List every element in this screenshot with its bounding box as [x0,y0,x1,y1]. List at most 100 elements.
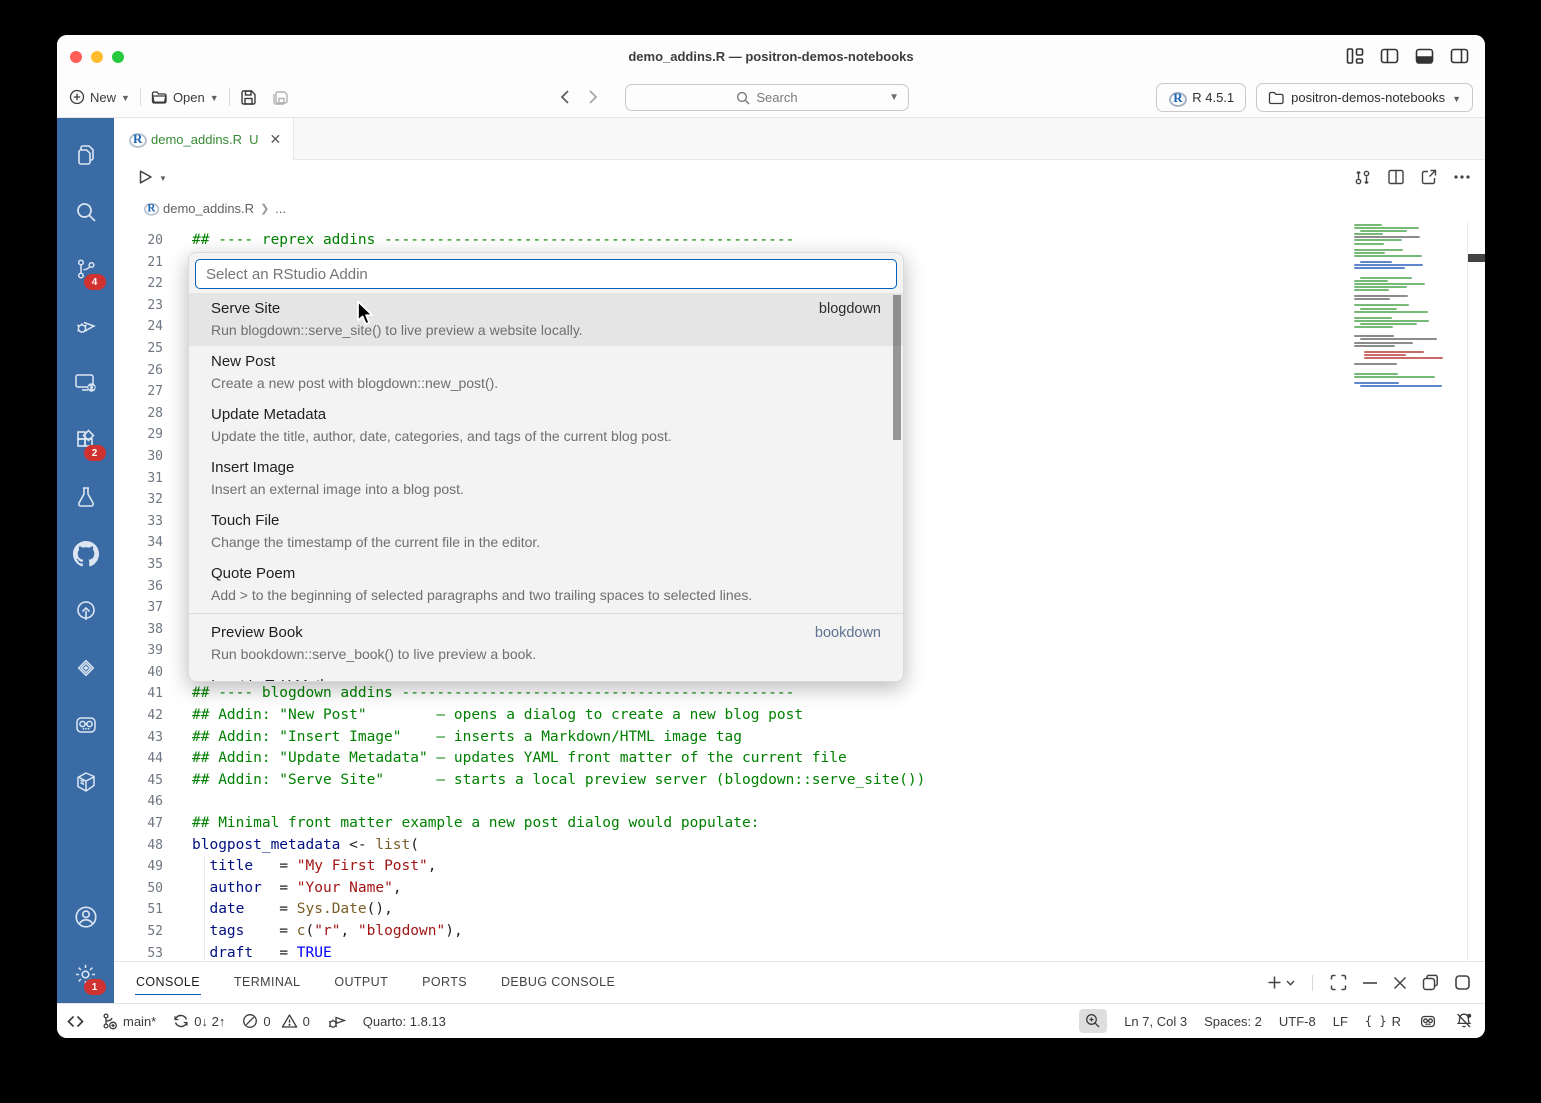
settings-gear-icon[interactable]: 1 [64,951,108,997]
search-dropdown-caret[interactable]: ▼ [889,92,899,103]
language-mode-status[interactable]: { } R [1365,1014,1401,1029]
code-line: 42## Addin: "New Post" – opens a dialog … [114,705,1485,727]
minimize-panel-icon[interactable] [1362,981,1378,985]
minimap[interactable] [1352,222,1447,388]
split-editor-icon[interactable] [1387,168,1405,186]
braces-icon: { } [1365,1014,1387,1028]
quickpick-item[interactable]: Preview BookbookdownRun bookdown::serve_… [189,617,903,670]
quickpick-input[interactable]: Select an RStudio Addin [195,259,897,289]
quickpick-item[interactable]: New PostCreate a new post with blogdown:… [189,346,903,399]
interpreter-selector[interactable]: R R 4.5.1 [1156,83,1246,112]
code-text: ## ---- blogdown addins ----------------… [163,683,794,705]
new-console-icon[interactable] [1267,975,1295,990]
code-text [163,791,192,813]
tab-close-icon[interactable]: ✕ [269,131,281,148]
new-dropdown-caret: ▼ [121,93,130,103]
run-file-button[interactable]: ▼ [138,169,167,185]
errors-count: 0 [263,1014,270,1029]
navigate-back-icon[interactable] [560,89,570,105]
toggle-panel-icon[interactable] [1415,47,1434,65]
navigate-forward-icon[interactable] [588,89,598,105]
panel-tab-debug-console[interactable]: DEBUG CONSOLE [500,971,616,995]
sidebar-item-remote-explorer[interactable] [64,360,108,406]
panel-tab-console[interactable]: CONSOLE [135,971,201,995]
cursor-position-status[interactable]: Ln 7, Col 3 [1124,1014,1187,1029]
editor-scrollbar[interactable] [1467,222,1485,961]
assistant-status-icon[interactable] [1418,1013,1438,1030]
minimap-line [1354,363,1397,365]
branch-label: main* [123,1014,156,1029]
quickpick-scrollbar[interactable] [893,295,901,440]
notifications-muted-icon[interactable] [1455,1012,1473,1030]
line-number: 53 [114,943,163,961]
sidebar-item-quarto[interactable] [64,645,108,691]
line-number: 24 [114,316,163,338]
sidebar-item-search[interactable] [64,189,108,235]
breadcrumb-more[interactable]: ... [275,201,286,216]
remote-indicator[interactable] [67,1015,84,1028]
minimap-line [1354,286,1407,288]
activity-bar: 4 2 [57,118,114,1003]
encoding-status[interactable]: UTF-8 [1279,1014,1316,1029]
toggle-secondary-sidebar-icon[interactable] [1450,47,1469,65]
panel-tab-ports[interactable]: PORTS [421,971,468,995]
account-icon[interactable] [64,894,108,940]
toggle-primary-sidebar-icon[interactable] [1380,47,1399,65]
open-button[interactable]: Open ▼ [151,90,219,105]
quickpick-item[interactable]: Update MetadataUpdate the title, author,… [189,399,903,452]
sidebar-item-run-debug[interactable] [64,303,108,349]
panel-tab-output[interactable]: OUTPUT [333,971,389,995]
tab-demo-addins[interactable]: R demo_addins.R U ✕ [114,118,294,160]
git-sync-status[interactable]: 0↓ 2↑ [173,1013,225,1029]
save-all-icon[interactable] [271,89,289,106]
line-number: 25 [114,338,163,360]
code-line: 48blogpost_metadata <- list( [114,835,1485,857]
zoom-status-icon[interactable] [1079,1009,1107,1033]
sidebar-item-explorer[interactable] [64,132,108,178]
customize-layout-icon[interactable] [1346,47,1364,65]
sidebar-item-publish[interactable] [64,588,108,634]
search-placeholder: Search [756,90,797,105]
minimap-line [1352,270,1447,272]
open-changes-icon[interactable] [1353,168,1372,187]
eol-status[interactable]: LF [1333,1014,1348,1029]
breadcrumb-file[interactable]: demo_addins.R [163,201,254,216]
git-branch-status[interactable]: main* [101,1012,156,1030]
quickpick-item[interactable]: Quote PoemAdd > to the beginning of sele… [189,558,903,611]
debug-status[interactable] [327,1013,346,1030]
save-icon[interactable] [240,89,257,106]
sidebar-item-ai-assistant[interactable] [64,702,108,748]
editor-scrollbar-thumb[interactable] [1468,254,1485,262]
quarto-status[interactable]: Quarto: 1.8.13 [363,1014,446,1029]
restore-window-icon[interactable] [1422,974,1439,991]
editor[interactable]: 20## ---- reprex addins ----------------… [114,222,1485,961]
minimap-line [1354,249,1403,251]
sidebar-item-github[interactable] [64,531,108,577]
global-search-input[interactable]: Search ▼ [625,84,909,111]
sidebar-item-extensions[interactable]: 2 [64,417,108,463]
sidebar-item-testing[interactable] [64,474,108,520]
minimap-line [1360,230,1407,232]
quickpick-item[interactable]: Serve SiteblogdownRun blogdown::serve_si… [189,293,903,346]
line-number: 21 [114,252,163,274]
run-dropdown-caret[interactable]: ▼ [159,174,167,183]
open-in-window-icon[interactable] [1420,168,1438,186]
new-button[interactable]: New ▼ [69,89,130,105]
close-panel-icon[interactable] [1393,976,1407,990]
sidebar-item-packages[interactable] [64,759,108,805]
more-actions-icon[interactable] [1453,174,1471,180]
quickpick-item[interactable]: Touch FileChange the timestamp of the cu… [189,505,903,558]
minimap-line [1354,236,1420,238]
quickpick-item[interactable]: Insert ImageInsert an external image int… [189,452,903,505]
code-text: ## Addin: "New Post" – opens a dialog to… [163,705,803,727]
code-line: 49 title = "My First Post", [114,856,1485,878]
quickpick-item[interactable]: Input LaTeX Math [189,670,903,682]
panel-tab-terminal[interactable]: TERMINAL [233,971,301,995]
workspace-selector[interactable]: positron-demos-notebooks ▼ [1256,83,1473,112]
panel-layout-icon[interactable] [1454,974,1471,991]
maximize-panel-icon[interactable] [1330,974,1347,991]
indentation-status[interactable]: Spaces: 2 [1204,1014,1262,1029]
problems-status[interactable]: 0 0 [242,1013,309,1029]
sidebar-item-source-control[interactable]: 4 [64,246,108,292]
minimap-line [1354,289,1389,291]
